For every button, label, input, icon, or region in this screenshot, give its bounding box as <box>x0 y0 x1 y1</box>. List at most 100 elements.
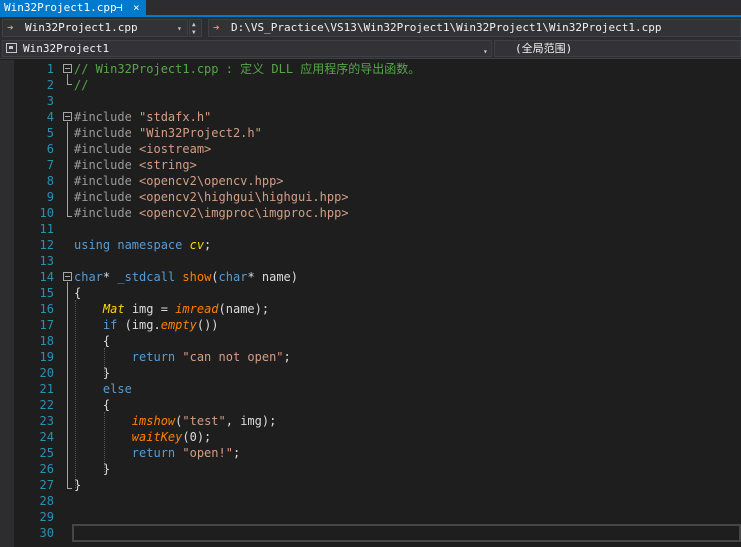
code-token: (0); <box>182 430 212 444</box>
collapse-includes-icon[interactable] <box>63 112 72 121</box>
line-number: 20 <box>39 366 54 380</box>
code-line[interactable]: // Win32Project1.cpp : 定义 DLL 应用程序的导出函数。 <box>74 61 420 77</box>
navigation-bar: ➔ Win32Project1.cpp ▾ ▲ ▼ ➔ D:\VS_Practi… <box>0 17 741 39</box>
code-line[interactable]: #include "Win32Project2.h" <box>74 125 262 141</box>
code-line[interactable]: #include <opencv2\opencv.hpp> <box>74 173 284 189</box>
global-scope-value: (全局范围) <box>515 42 573 55</box>
line-number: 19 <box>39 350 54 364</box>
line-number: 1 <box>46 62 54 76</box>
code-token: { <box>74 286 82 300</box>
project-scope-value: Win32Project1 <box>23 42 110 55</box>
code-line[interactable]: Mat img = imread(name); <box>74 301 269 317</box>
code-token: imshow <box>131 414 176 428</box>
code-line[interactable]: } <box>74 461 110 477</box>
code-token: ; <box>204 238 212 252</box>
code-line[interactable]: #include <string> <box>74 157 197 173</box>
line-number: 22 <box>39 398 54 412</box>
code-token: empty <box>160 318 197 332</box>
chevron-down-icon[interactable]: ▾ <box>483 44 488 59</box>
line-number: 15 <box>39 286 54 300</box>
fold-end <box>67 84 72 85</box>
collapse-function-icon[interactable] <box>63 272 72 281</box>
code-token: ; <box>283 350 291 364</box>
spin-down-icon[interactable]: ▼ <box>192 29 196 36</box>
pin-tab-icon[interactable]: ⊣ <box>116 0 123 15</box>
code-token: imread <box>175 302 219 316</box>
line-number: 14 <box>39 270 54 284</box>
file-spin-control[interactable]: ▲ ▼ <box>189 19 202 37</box>
line-number-gutter: 1 2 3 4 5 6 7 8 9 10 11 12 13 14 15 16 17 18 19 20 21 22 23 24 2… <box>14 60 60 547</box>
file-dropdown[interactable]: ➔ Win32Project1.cpp ▾ <box>2 19 188 37</box>
code-editor[interactable]: 1 2 3 4 5 6 7 8 9 10 11 12 13 14 15 16 17 18 19 20 21 22 23 24 2… <box>0 60 741 547</box>
code-line[interactable]: #include <iostream> <box>74 141 211 157</box>
code-line[interactable]: #include "stdafx.h" <box>74 109 211 125</box>
code-token: else <box>102 382 132 396</box>
indicator-margin <box>0 60 14 547</box>
code-line[interactable]: imshow("test", img); <box>74 413 277 429</box>
code-token: (name); <box>218 302 270 316</box>
code-token: } <box>74 478 82 492</box>
code-area[interactable]: // Win32Project1.cpp : 定义 DLL 应用程序的导出函数。… <box>74 60 741 547</box>
code-token: (img. <box>117 318 161 332</box>
code-token: #include <box>74 158 140 172</box>
code-token: Mat <box>102 302 125 316</box>
fold-guide <box>67 122 68 216</box>
global-scope-dropdown[interactable]: (全局范围) <box>494 40 741 57</box>
code-line[interactable]: { <box>74 333 110 349</box>
code-token: } <box>74 462 111 476</box>
code-token: <opencv2\opencv.hpp> <box>139 174 284 188</box>
code-token: ()) <box>196 318 219 332</box>
close-tab-icon[interactable]: × <box>133 0 140 15</box>
code-token: "test" <box>182 414 226 428</box>
path-arrow-icon: ➔ <box>213 21 220 34</box>
outlining-margin <box>60 60 74 547</box>
tab-win32project1-cpp[interactable]: Win32Project1.cpp ⊣ × <box>0 0 146 15</box>
code-token: "can not open" <box>182 350 284 364</box>
code-line[interactable]: // <box>74 77 88 93</box>
file-path-dropdown[interactable]: ➔ D:\VS_Practice\VS13\Win32Project1\Win3… <box>208 19 741 37</box>
line-number: 27 <box>39 478 54 492</box>
code-token: if <box>102 318 118 332</box>
code-line[interactable]: #include <opencv2\highgui\highgui.hpp> <box>74 189 349 205</box>
project-scope-dropdown[interactable]: Win32Project1 ▾ <box>2 40 492 57</box>
file-path-value: D:\VS_Practice\VS13\Win32Project1\Win32P… <box>231 21 662 34</box>
code-line[interactable]: if (img.empty()) <box>74 317 219 333</box>
chevron-down-icon[interactable]: ▾ <box>177 21 182 36</box>
code-token: #include <box>74 206 140 220</box>
fold-guide <box>67 282 68 488</box>
code-line[interactable]: else <box>74 381 132 397</box>
collapse-comment-icon[interactable] <box>63 64 72 73</box>
code-line[interactable]: return "open!"; <box>74 445 240 461</box>
spin-up-icon[interactable]: ▲ <box>192 21 196 28</box>
code-line[interactable]: return "can not open"; <box>74 349 291 365</box>
code-token: { <box>74 398 111 412</box>
line-number: 12 <box>39 238 54 252</box>
code-token: "stdafx.h" <box>139 110 212 124</box>
line-number: 10 <box>39 206 54 220</box>
code-line[interactable]: using namespace cv; <box>74 237 211 253</box>
code-line[interactable]: } <box>74 477 81 493</box>
line-number: 5 <box>46 126 54 140</box>
code-line[interactable]: { <box>74 397 110 413</box>
code-token: <iostream> <box>139 142 212 156</box>
line-number: 25 <box>39 446 54 460</box>
code-token: img = <box>124 302 176 316</box>
line-number: 11 <box>39 222 54 236</box>
code-line[interactable]: { <box>74 285 81 301</box>
code-token: } <box>74 366 111 380</box>
code-line[interactable]: waitKey(0); <box>74 429 211 445</box>
code-line[interactable]: #include <opencv2\imgproc\imgproc.hpp> <box>74 205 349 221</box>
code-token: * <box>102 270 118 284</box>
code-line[interactable]: } <box>74 365 110 381</box>
code-token: #include <box>74 110 140 124</box>
code-token: ( <box>211 270 219 284</box>
line-number: 9 <box>46 190 54 204</box>
line-number: 30 <box>39 526 54 540</box>
code-token: <string> <box>139 158 197 172</box>
code-token: #include <box>74 190 140 204</box>
code-line[interactable]: char* _stdcall show(char* name) <box>74 269 298 285</box>
fold-end <box>67 216 72 217</box>
line-number: 29 <box>39 510 54 524</box>
file-arrow-icon: ➔ <box>7 21 14 34</box>
